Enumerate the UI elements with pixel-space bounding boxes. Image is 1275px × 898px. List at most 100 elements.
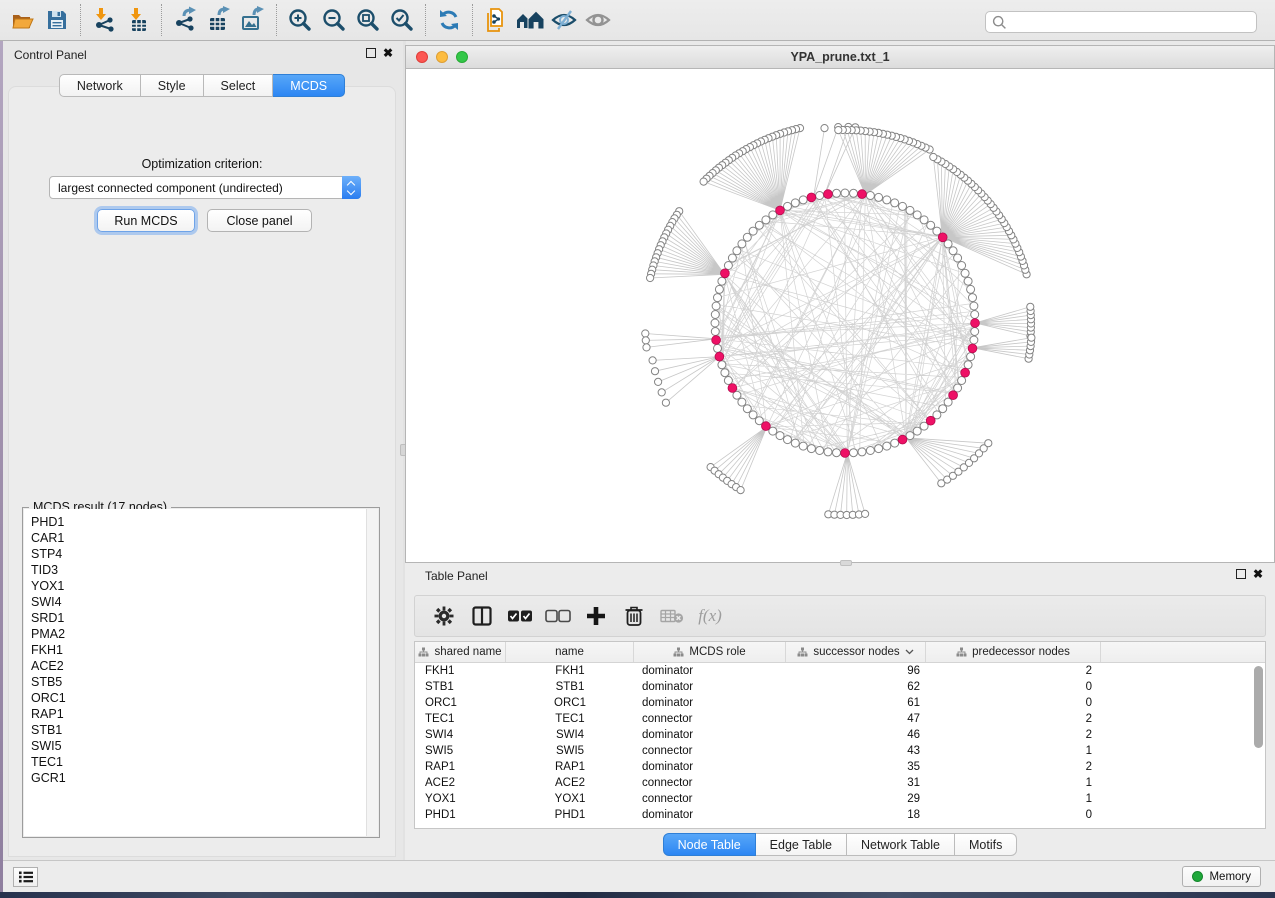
mcds-list-scrollbar[interactable] <box>366 509 378 836</box>
first-neighbors-button[interactable] <box>513 3 547 37</box>
mcds-result-item[interactable]: SRD1 <box>31 610 378 626</box>
mcds-result-item[interactable]: TID3 <box>31 562 378 578</box>
table-row[interactable]: STB1STB1dominator620 <box>415 679 1265 695</box>
hide-selected-button[interactable] <box>547 3 581 37</box>
import-network-button[interactable] <box>87 3 121 37</box>
table-row[interactable]: SWI4SWI4dominator462 <box>415 727 1265 743</box>
table-row[interactable]: PHD1PHD1dominator180 <box>415 807 1265 823</box>
trash-icon <box>624 605 644 627</box>
search-input[interactable] <box>985 11 1257 33</box>
mcds-result-item[interactable]: GCR1 <box>31 770 378 786</box>
mcds-result-list[interactable]: PHD1CAR1STP4TID3YOX1SWI4SRD1PMA2FKH1ACE2… <box>24 509 378 836</box>
cell-successor-nodes: 18 <box>786 807 926 823</box>
mcds-result-item[interactable]: PHD1 <box>31 514 378 530</box>
tab-node-table[interactable]: Node Table <box>663 833 756 856</box>
cell-successor-nodes: 47 <box>786 711 926 727</box>
mcds-result-item[interactable]: FKH1 <box>31 642 378 658</box>
tab-select[interactable]: Select <box>204 74 274 97</box>
column-header-successor-nodes[interactable]: successor nodes <box>786 642 926 662</box>
table-row[interactable]: FKH1FKH1dominator962 <box>415 663 1265 679</box>
import-table-button[interactable] <box>121 3 155 37</box>
show-all-button[interactable] <box>581 3 615 37</box>
select-all-rows-button[interactable] <box>501 601 539 631</box>
mcds-result-item[interactable]: ACE2 <box>31 658 378 674</box>
cell-predecessor-nodes: 1 <box>926 791 1101 807</box>
table-row[interactable]: ACE2ACE2connector311 <box>415 775 1265 791</box>
open-file-button[interactable] <box>6 3 40 37</box>
close-table-panel-icon[interactable]: ✖ <box>1253 569 1263 579</box>
table-body: FKH1FKH1dominator962STB1STB1dominator620… <box>415 663 1265 823</box>
mcds-result-item[interactable]: CAR1 <box>31 530 378 546</box>
tab-network[interactable]: Network <box>59 74 141 97</box>
delete-rows-button[interactable] <box>615 601 653 631</box>
zoom-fit-icon <box>355 7 381 33</box>
zoom-in-button[interactable] <box>283 3 317 37</box>
zoom-fit-button[interactable] <box>351 3 385 37</box>
zoom-selected-button[interactable] <box>385 3 419 37</box>
cell-MCDS-role: dominator <box>634 663 786 679</box>
save-session-button[interactable] <box>40 3 74 37</box>
cell-predecessor-nodes: 2 <box>926 711 1101 727</box>
tab-mcds[interactable]: MCDS <box>273 74 345 97</box>
cell-successor-nodes: 96 <box>786 663 926 679</box>
network-graph <box>406 69 1275 564</box>
column-header-shared-name[interactable]: shared name <box>415 642 506 662</box>
table-scrollbar-thumb[interactable] <box>1254 666 1263 748</box>
criterion-dropdown[interactable]: largest connected component (undirected) <box>49 176 361 199</box>
mcds-result-item[interactable]: STB1 <box>31 722 378 738</box>
desktop-wallpaper-edge <box>0 892 1275 898</box>
zoom-out-button[interactable] <box>317 3 351 37</box>
table-row[interactable]: ORC1ORC1dominator610 <box>415 695 1265 711</box>
mcds-result-item[interactable]: PMA2 <box>31 626 378 642</box>
horizontal-splitter-handle[interactable] <box>840 560 852 566</box>
close-panel-icon[interactable]: ✖ <box>383 48 393 58</box>
clone-network-button[interactable] <box>479 3 513 37</box>
mcds-result-item[interactable]: STB5 <box>31 674 378 690</box>
close-panel-button[interactable]: Close panel <box>207 209 312 232</box>
deselect-all-rows-button[interactable] <box>539 601 577 631</box>
column-header-name[interactable]: name <box>506 642 634 662</box>
column-header-predecessor-nodes[interactable]: predecessor nodes <box>926 642 1101 662</box>
toolbar-separator <box>472 4 473 36</box>
table-scrollbar[interactable] <box>1254 664 1263 826</box>
export-image-button[interactable] <box>236 3 270 37</box>
toolbar-separator <box>276 4 277 36</box>
toolbar-separator <box>161 4 162 36</box>
clear-table-button[interactable] <box>653 601 691 631</box>
mcds-result-item[interactable]: SWI5 <box>31 738 378 754</box>
table-row[interactable]: SWI5SWI5connector431 <box>415 743 1265 759</box>
mcds-result-item[interactable]: SWI4 <box>31 594 378 610</box>
tab-style[interactable]: Style <box>141 74 204 97</box>
tab-edge-table[interactable]: Edge Table <box>756 833 847 856</box>
add-row-button[interactable] <box>577 601 615 631</box>
zoom-in-icon <box>287 7 313 33</box>
table-settings-button[interactable] <box>425 601 463 631</box>
tab-network-table[interactable]: Network Table <box>847 833 955 856</box>
show-columns-button[interactable] <box>463 601 501 631</box>
run-mcds-button[interactable]: Run MCDS <box>97 209 195 232</box>
mcds-result-item[interactable]: RAP1 <box>31 706 378 722</box>
mcds-result-item[interactable]: STP4 <box>31 546 378 562</box>
mcds-result-item[interactable]: ORC1 <box>31 690 378 706</box>
function-builder-button[interactable]: f(x) <box>691 601 729 631</box>
tab-motifs[interactable]: Motifs <box>955 833 1017 856</box>
table-row[interactable]: YOX1YOX1connector291 <box>415 791 1265 807</box>
float-panel-icon[interactable] <box>366 48 376 58</box>
control-panel-title: Control Panel <box>14 48 87 62</box>
task-history-button[interactable] <box>13 867 38 887</box>
float-table-panel-icon[interactable] <box>1236 569 1246 579</box>
export-table-button[interactable] <box>202 3 236 37</box>
cell-shared-name: ORC1 <box>415 695 506 711</box>
refresh-button[interactable] <box>432 3 466 37</box>
export-network-button[interactable] <box>168 3 202 37</box>
table-row[interactable]: RAP1RAP1dominator352 <box>415 759 1265 775</box>
network-titlebar[interactable]: YPA_prune.txt_1 <box>406 46 1274 69</box>
eye-slash-icon <box>550 7 578 33</box>
memory-button[interactable]: Memory <box>1182 866 1261 887</box>
mcds-result-item[interactable]: TEC1 <box>31 754 378 770</box>
column-label: shared name <box>434 646 501 658</box>
column-header-MCDS-role[interactable]: MCDS role <box>634 642 786 662</box>
network-canvas[interactable] <box>406 69 1274 562</box>
table-row[interactable]: TEC1TEC1connector472 <box>415 711 1265 727</box>
mcds-result-item[interactable]: YOX1 <box>31 578 378 594</box>
